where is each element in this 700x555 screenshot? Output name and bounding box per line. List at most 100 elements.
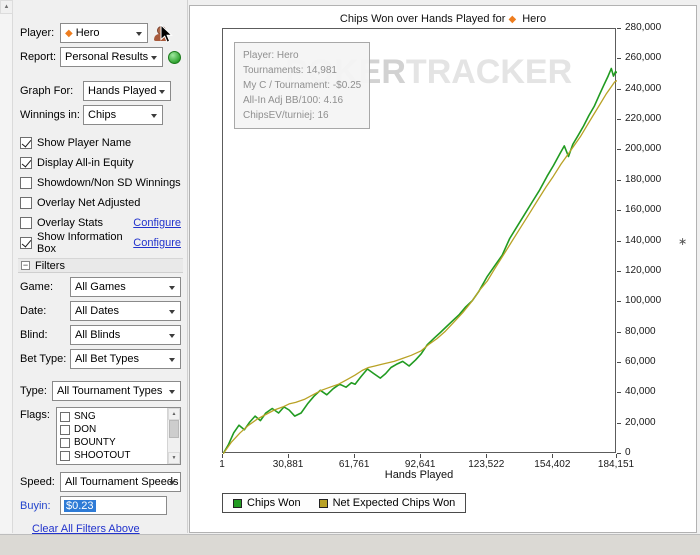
flag-checkbox[interactable] (60, 450, 70, 461)
flag-item[interactable]: DON (60, 423, 164, 436)
bet-type-label: Bet Type: (20, 353, 67, 365)
flag-label: SNG (74, 411, 96, 422)
flag-item[interactable]: SHOOTOUT (60, 449, 164, 462)
graph-for-value: Hands Played (88, 85, 157, 97)
buyin-selected-text: $0.23 (64, 499, 96, 512)
y-tick-label: 240,000 (625, 82, 662, 94)
chart-title-text: Chips Won over Hands Played for (339, 13, 506, 25)
flags-scroll-up-icon[interactable]: ▲ (168, 408, 180, 420)
report-label: Report: (20, 51, 57, 63)
net-expected-swatch (318, 498, 328, 508)
type-filter-row: Type: All Tournament Types (20, 381, 181, 401)
y-tick (617, 119, 621, 121)
checkbox-row-showdown[interactable]: Showdown/Non SD Winnings (20, 173, 181, 193)
type-select[interactable]: All Tournament Types (52, 381, 181, 401)
date-select[interactable]: All Dates (70, 301, 181, 321)
y-tick (617, 301, 621, 303)
splitter-handle-icon[interactable]: ∗ (678, 235, 687, 248)
status-bar (0, 534, 700, 555)
blind-label: Blind: (20, 329, 48, 341)
y-tick-label: 80,000 (625, 325, 656, 337)
date-filter-row: Date: All Dates (20, 301, 181, 321)
mouse-cursor-icon (160, 24, 173, 43)
flag-checkbox[interactable] (60, 411, 70, 422)
checkbox-row-display-allin-equity[interactable]: Display All-in Equity (20, 153, 181, 173)
flags-scroll-thumb[interactable] (169, 420, 179, 438)
blind-select[interactable]: All Blinds (70, 325, 181, 345)
plot-area[interactable]: POKERTRACKER Player: Hero Tournaments: 1… (222, 28, 617, 454)
info-line: Player: Hero (243, 50, 299, 61)
show-info-box-checkbox[interactable] (20, 237, 32, 249)
overlay-stats-checkbox[interactable] (20, 217, 32, 229)
display-allin-equity-checkbox[interactable] (20, 157, 32, 169)
flag-checkbox[interactable] (60, 437, 70, 448)
y-tick (617, 361, 621, 363)
flag-item[interactable]: SNG (60, 410, 164, 423)
y-tick-label: 160,000 (625, 204, 662, 216)
showdown-checkbox[interactable] (20, 177, 32, 189)
checkbox-row-overlay-net-adjusted[interactable]: Overlay Net Adjusted (20, 193, 181, 213)
x-tick-label: 123,522 (468, 459, 505, 470)
display-allin-equity-label: Display All-in Equity (37, 157, 134, 169)
flag-label: BOUNTY (74, 437, 116, 448)
type-value: All Tournament Types (57, 385, 163, 397)
date-value: All Dates (75, 305, 120, 317)
player-select[interactable]: ◆ Hero (60, 23, 148, 43)
player-row: Player: ◆ Hero (20, 23, 181, 43)
y-tick-label: 40,000 (625, 386, 656, 398)
flag-checkbox[interactable] (60, 424, 70, 435)
buyin-filter-row: Buyin: $0.23 (20, 496, 181, 515)
buyin-input[interactable]: $0.23 (60, 496, 167, 515)
chart-panel: Chips Won over Hands Played for ◆ Hero P… (189, 5, 697, 533)
info-line: My C / Tournament: -$0.25 (243, 80, 362, 91)
flags-listbox[interactable]: SNG DON BOUNTY SHOOTOUT ▲ ▼ (56, 407, 181, 465)
showdown-label: Showdown/Non SD Winnings (37, 177, 181, 189)
graph-for-row: Graph For: Hands Played (20, 81, 181, 101)
flag-item[interactable]: BOUNTY (60, 436, 164, 449)
x-tick (552, 454, 554, 458)
scroll-up-icon[interactable]: ▲ (0, 0, 13, 14)
speed-select[interactable]: All Tournament Speeds (60, 472, 181, 492)
overlay-net-adjusted-checkbox[interactable] (20, 197, 32, 209)
bet-type-select[interactable]: All Bet Types (70, 349, 181, 369)
x-tick (288, 454, 290, 458)
flags-scroll-down-icon[interactable]: ▼ (168, 452, 180, 464)
x-tick (420, 454, 422, 458)
buyin-label: Buyin: (20, 499, 51, 512)
diamond-suit-icon: ◆ (65, 27, 73, 39)
show-player-name-checkbox[interactable] (20, 137, 32, 149)
date-label: Date: (20, 305, 47, 317)
checkbox-row-show-player-name[interactable]: Show Player Name (20, 133, 181, 153)
flags-filter-row: Flags: SNG DON BOUNTY SHOOTOUT ▲ ▼ (20, 407, 181, 465)
left-scrollbar[interactable]: ▲ (0, 0, 13, 533)
graph-for-select[interactable]: Hands Played (83, 81, 171, 101)
game-select[interactable]: All Games (70, 277, 181, 297)
chart-title: Chips Won over Hands Played for ◆ Hero (190, 13, 696, 25)
speed-label: Speed: (20, 476, 55, 488)
legend-item-chips-won: Chips Won (233, 497, 301, 509)
checkbox-row-show-info-box[interactable]: Show Information Box Configure (20, 231, 181, 255)
legend-item-net-expected: Net Expected Chips Won (318, 497, 455, 509)
game-value: All Games (75, 281, 126, 293)
report-select[interactable]: Personal Results (60, 47, 163, 67)
blind-filter-row: Blind: All Blinds (20, 325, 181, 345)
filters-header-label: Filters (35, 259, 65, 272)
winnings-select[interactable]: Chips (83, 105, 163, 125)
x-tick (486, 454, 488, 458)
checkbox-row-overlay-stats[interactable]: Overlay Stats Configure (20, 213, 181, 233)
overlay-stats-configure-link[interactable]: Configure (133, 217, 181, 229)
show-info-box-configure-link[interactable]: Configure (133, 237, 181, 249)
report-refresh-icon[interactable] (168, 50, 181, 64)
filter-sidebar: Player: ◆ Hero Report: Personal Results … (14, 0, 188, 535)
filters-section-header[interactable]: Filters (18, 258, 183, 273)
y-tick (617, 331, 621, 333)
chart-legend: Chips Won Net Expected Chips Won (222, 493, 467, 513)
info-line: ChipsEV/turniej: 16 (243, 110, 329, 121)
bet-type-filter-row: Bet Type: All Bet Types (20, 349, 181, 369)
info-line: All-In Adj BB/100: 4.16 (243, 95, 344, 106)
type-label: Type: (20, 385, 47, 397)
collapse-icon[interactable] (21, 261, 30, 270)
flags-scrollbar[interactable]: ▲ ▼ (167, 408, 180, 464)
winnings-row: Winnings in: Chips (20, 105, 181, 125)
y-tick-label: 20,000 (625, 416, 656, 428)
